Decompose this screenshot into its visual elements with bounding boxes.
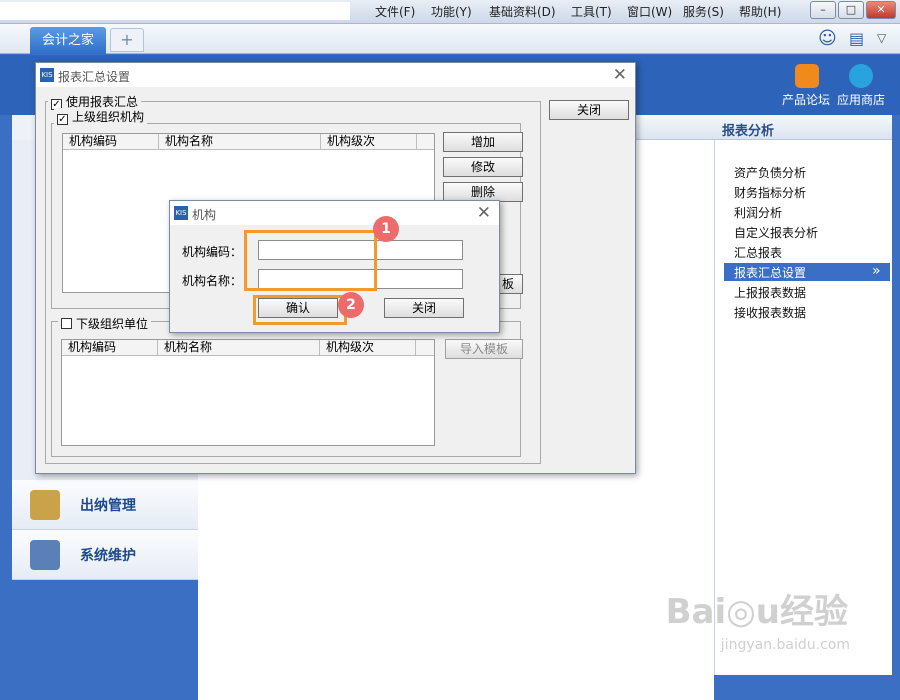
use-summary-label: 使用报表汇总 (66, 95, 139, 109)
add-tab-button[interactable]: + (110, 28, 144, 52)
col-lower-org-level[interactable]: 机构级次 (320, 340, 416, 356)
menu-service[interactable]: 服务(S) (683, 3, 724, 20)
app-store-icon[interactable] (849, 64, 873, 88)
message-icon[interactable]: ▤ (849, 29, 864, 48)
title-bar: 文件(F) 功能(Y) 基础资料(D) 工具(T) 窗口(W) 服务(S) 帮助… (0, 0, 900, 24)
menu-function[interactable]: 功能(Y) (431, 3, 472, 20)
col-org-name[interactable]: 机构名称 (159, 134, 321, 150)
forum-icon[interactable] (795, 64, 819, 88)
lower-org-table[interactable]: 机构编码 机构名称 机构级次 (61, 339, 435, 446)
col-org-level[interactable]: 机构级次 (321, 134, 417, 150)
close-icon[interactable]: ✕ (477, 203, 491, 223)
product-forum-link[interactable]: 产品论坛 (782, 91, 830, 108)
col-lower-org-name[interactable]: 机构名称 (158, 340, 320, 356)
org-dialog-title-bar: KIS 机构 ✕ (170, 201, 499, 225)
kis-logo-icon: KIS (174, 206, 188, 220)
dialog-title-bar: KIS 报表汇总设置 ✕ (36, 63, 635, 87)
menu-base-data[interactable]: 基础资料(D) (489, 3, 556, 20)
annotation-box-2 (253, 295, 347, 325)
ra-financial-indicators[interactable]: 财务指标分析 (734, 184, 806, 201)
close-window-button[interactable]: ✕ (866, 1, 896, 19)
menu-file[interactable]: 文件(F) (375, 3, 415, 20)
minimize-button[interactable]: – (810, 1, 836, 19)
smiley-icon[interactable]: ☺ (818, 28, 837, 49)
lower-org-table-header: 机构编码 机构名称 机构级次 (62, 340, 434, 356)
ra-balance-analysis[interactable]: 资产负债分析 (734, 164, 806, 181)
org-code-label: 机构编码： (182, 245, 243, 259)
app-store-link[interactable]: 应用商店 (837, 91, 885, 108)
nav-system-maintenance-label: 系统维护 (80, 548, 136, 564)
right-panel-title: 报表分析 (714, 115, 892, 140)
ra-custom-report-analysis[interactable]: 自定义报表分析 (734, 224, 818, 241)
delete-button[interactable]: 删除 (443, 182, 523, 202)
nav-system-maintenance[interactable]: 系统维护 (12, 530, 198, 580)
menu-tools[interactable]: 工具(T) (571, 3, 612, 20)
lower-org-checkbox[interactable]: 下级组织单位 (58, 315, 152, 332)
nav-cash-management[interactable]: 出纳管理 (12, 480, 198, 530)
annotation-box-1 (244, 230, 377, 291)
ra-summary-settings[interactable]: 报表汇总设置 (734, 264, 806, 281)
baidu-watermark-icon: Bai◎u经验 (665, 592, 848, 632)
org-name-label: 机构名称： (182, 274, 243, 288)
ra-profit-analysis[interactable]: 利润分析 (734, 204, 782, 221)
import-template-button[interactable]: 导入模板 (445, 339, 523, 359)
unchecked-box-icon (61, 318, 72, 329)
kis-logo-icon: KIS (40, 68, 54, 82)
ra-receive-report-data[interactable]: 接收报表数据 (734, 304, 806, 321)
upper-org-checkbox[interactable]: ✓ 上级组织机构 (54, 108, 148, 125)
col-org-code[interactable]: 机构编码 (63, 134, 159, 150)
menu-help[interactable]: 帮助(H) (739, 3, 781, 20)
col-lower-org-code[interactable]: 机构编码 (62, 340, 158, 356)
chevron-right-icon: » (872, 263, 881, 279)
org-dialog-title: 机构 (192, 208, 217, 222)
upper-org-label: 上级组织机构 (72, 110, 145, 124)
menu-window[interactable]: 窗口(W) (627, 3, 672, 20)
upper-org-table-header: 机构编码 机构名称 机构级次 (63, 134, 434, 150)
ra-summary-report[interactable]: 汇总报表 (734, 244, 782, 261)
org-close-button[interactable]: 关闭 (384, 298, 464, 318)
baidu-watermark-url-icon: jingyan.baidu.com (720, 637, 850, 653)
add-button[interactable]: 增加 (443, 132, 523, 152)
annotation-badge-2: 2 (338, 292, 364, 318)
tab-strip: 会计之家 + ☺ ▤ ▽ (0, 24, 900, 54)
check-icon: ✓ (57, 114, 68, 125)
restore-button[interactable]: □ (838, 1, 864, 19)
dialog-title: 报表汇总设置 (58, 70, 131, 84)
modify-button[interactable]: 修改 (443, 157, 523, 177)
nav-cash-management-label: 出纳管理 (80, 498, 136, 514)
ra-upload-report-data[interactable]: 上报报表数据 (734, 284, 806, 301)
summary-close-button[interactable]: 关闭 (549, 100, 629, 120)
cash-bag-icon (30, 490, 60, 520)
chevron-down-icon[interactable]: ▽ (877, 31, 886, 45)
tab-accounting-home[interactable]: 会计之家 (30, 27, 106, 54)
title-strip (0, 2, 350, 20)
tools-icon (30, 540, 60, 570)
lower-org-label: 下级组织单位 (76, 317, 149, 331)
annotation-badge-1: 1 (373, 216, 399, 242)
close-icon[interactable]: ✕ (613, 65, 627, 85)
